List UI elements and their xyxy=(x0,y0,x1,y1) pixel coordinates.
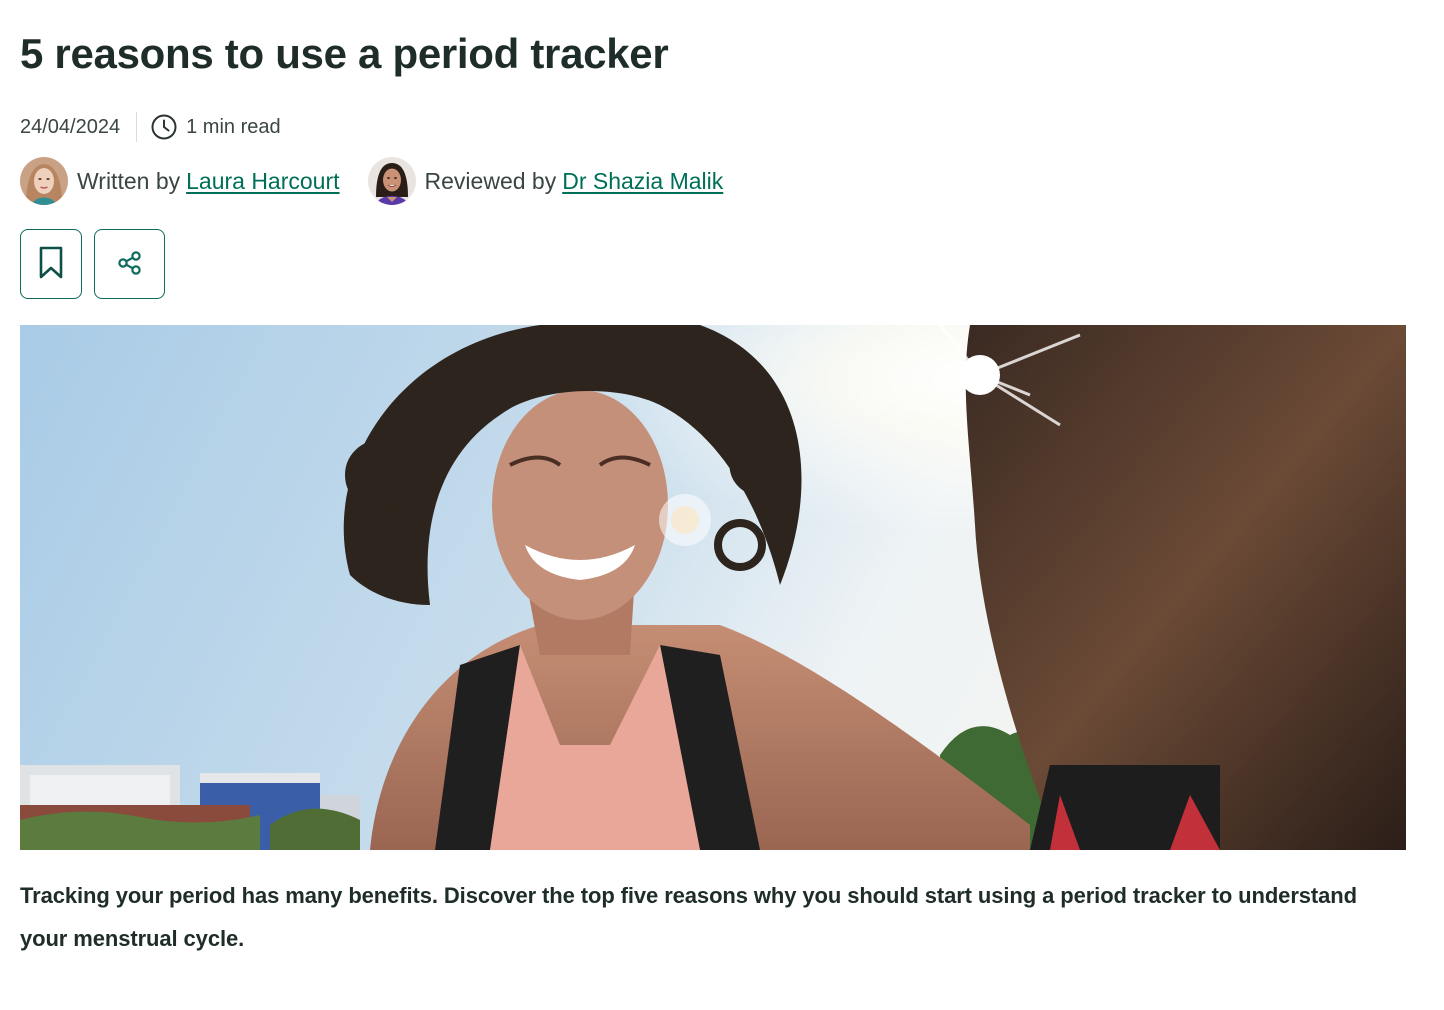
article-meta: 24/04/2024 1 min read xyxy=(20,110,281,144)
bookmark-icon xyxy=(38,246,64,283)
reviewer-link[interactable]: Dr Shazia Malik xyxy=(562,168,723,195)
hero-image xyxy=(20,325,1406,850)
share-icon xyxy=(117,250,143,279)
article-actions xyxy=(20,229,165,299)
reviewer-avatar xyxy=(367,157,416,205)
page-title: 5 reasons to use a period tracker xyxy=(20,30,669,77)
article-intro: Tracking your period has many benefits. … xyxy=(20,883,1357,951)
read-time: 1 min read xyxy=(186,115,281,138)
author-link[interactable]: Laura Harcourt xyxy=(186,168,339,195)
author-label: Written by xyxy=(77,167,181,194)
publish-date: 24/04/2024 xyxy=(20,115,121,138)
bookmark-button[interactable] xyxy=(20,229,82,299)
clock-icon xyxy=(151,114,177,140)
meta-divider xyxy=(136,112,138,142)
reviewer-label: Reviewed by xyxy=(424,167,557,194)
share-button[interactable] xyxy=(94,229,165,299)
article-authors: Written by Laura Harcourt Reviewed by Dr… xyxy=(20,156,723,206)
author-avatar xyxy=(20,157,68,205)
